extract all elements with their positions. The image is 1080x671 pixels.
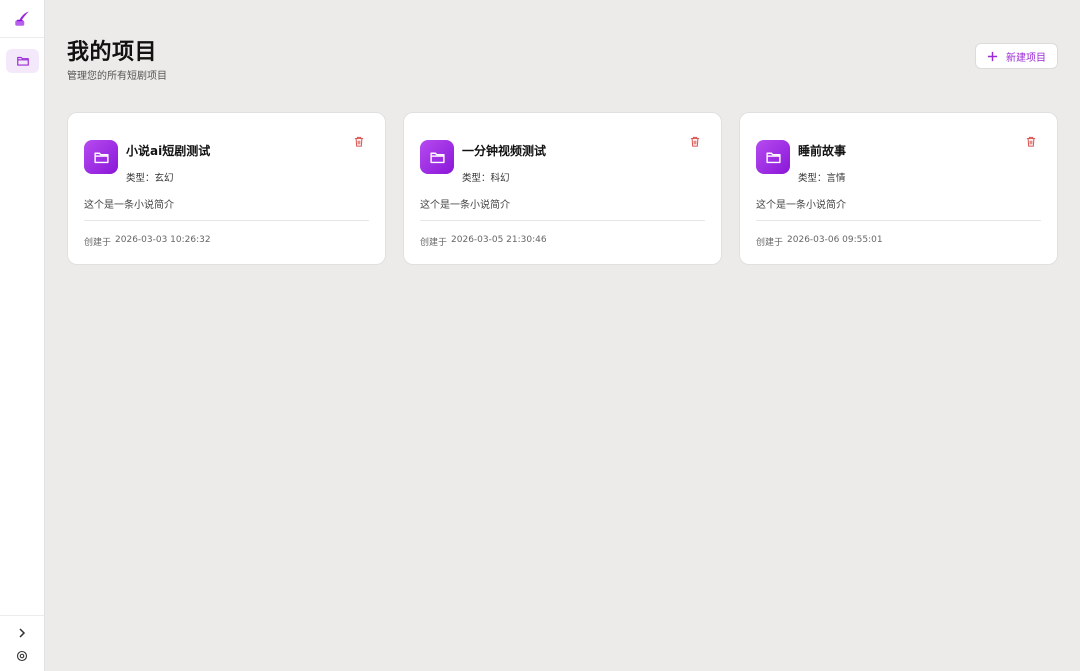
sidebar bbox=[0, 0, 45, 671]
created-label: 创建于 bbox=[420, 238, 448, 248]
card-divider bbox=[756, 220, 1041, 221]
project-type-value: 玄幻 bbox=[154, 173, 174, 184]
trash-icon bbox=[690, 136, 700, 147]
project-type-label: 类型： bbox=[126, 173, 155, 184]
project-card[interactable]: 睡前故事 类型： 言情 这个是一条小说简介 创建于 2026-03-06 09:… bbox=[739, 112, 1058, 265]
project-card[interactable]: 小说ai短剧测试 类型： 玄幻 这个是一条小说简介 创建于 2026-03-03… bbox=[67, 112, 386, 265]
page-title: 我的项目 bbox=[67, 40, 158, 65]
card-divider bbox=[420, 220, 705, 221]
project-title: 睡前故事 bbox=[798, 144, 847, 158]
project-type-label: 类型： bbox=[462, 173, 491, 184]
new-project-label: 新建项目 bbox=[1006, 52, 1046, 64]
sidebar-item-projects[interactable] bbox=[6, 49, 39, 73]
created-label: 创建于 bbox=[756, 238, 784, 248]
expand-sidebar-button[interactable] bbox=[13, 626, 31, 640]
project-type-value: 科幻 bbox=[490, 173, 510, 184]
folder-icon bbox=[93, 152, 109, 163]
page-subtitle: 管理您的所有短剧项目 bbox=[67, 71, 167, 82]
trash-icon bbox=[1026, 136, 1036, 147]
folder-icon bbox=[765, 152, 781, 163]
project-title: 小说ai短剧测试 bbox=[126, 144, 211, 158]
project-description: 这个是一条小说简介 bbox=[84, 200, 174, 211]
created-label: 创建于 bbox=[84, 238, 112, 248]
project-folder-icon-tile bbox=[84, 140, 118, 174]
chevron-right-icon bbox=[19, 628, 26, 638]
project-type: 类型： 玄幻 bbox=[126, 170, 174, 184]
card-divider bbox=[84, 220, 369, 221]
project-folder-icon-tile bbox=[420, 140, 454, 174]
project-type: 类型： 言情 bbox=[798, 170, 846, 184]
project-description: 这个是一条小说简介 bbox=[756, 200, 846, 211]
project-created-at: 创建于 2026-03-03 10:26:32 bbox=[84, 235, 211, 248]
project-card[interactable]: 一分钟视频测试 类型： 科幻 这个是一条小说简介 创建于 2026-03-05 … bbox=[403, 112, 722, 265]
delete-project-button[interactable] bbox=[352, 134, 366, 148]
settings-button[interactable] bbox=[13, 647, 31, 665]
new-project-button[interactable]: 新建项目 bbox=[975, 43, 1058, 69]
project-folder-icon-tile bbox=[756, 140, 790, 174]
project-title: 一分钟视频测试 bbox=[462, 144, 547, 158]
settings-icon bbox=[16, 650, 28, 662]
project-type-label: 类型： bbox=[798, 173, 827, 184]
project-type-value: 言情 bbox=[826, 173, 846, 184]
folder-icon bbox=[429, 152, 445, 163]
created-timestamp: 2026-03-06 09:55:01 bbox=[787, 235, 883, 245]
created-timestamp: 2026-03-05 21:30:46 bbox=[451, 235, 547, 245]
quill-ink-icon bbox=[15, 11, 29, 26]
delete-project-button[interactable] bbox=[688, 134, 702, 148]
created-timestamp: 2026-03-03 10:26:32 bbox=[115, 235, 211, 245]
project-created-at: 创建于 2026-03-05 21:30:46 bbox=[420, 235, 547, 248]
sidebar-footer bbox=[0, 615, 44, 671]
app-logo[interactable] bbox=[0, 0, 44, 38]
delete-project-button[interactable] bbox=[1024, 134, 1038, 148]
project-type: 类型： 科幻 bbox=[462, 170, 510, 184]
folder-icon bbox=[16, 56, 29, 66]
project-description: 这个是一条小说简介 bbox=[420, 200, 510, 211]
project-created-at: 创建于 2026-03-06 09:55:01 bbox=[756, 235, 883, 248]
plus-icon bbox=[987, 51, 998, 61]
trash-icon bbox=[354, 136, 364, 147]
